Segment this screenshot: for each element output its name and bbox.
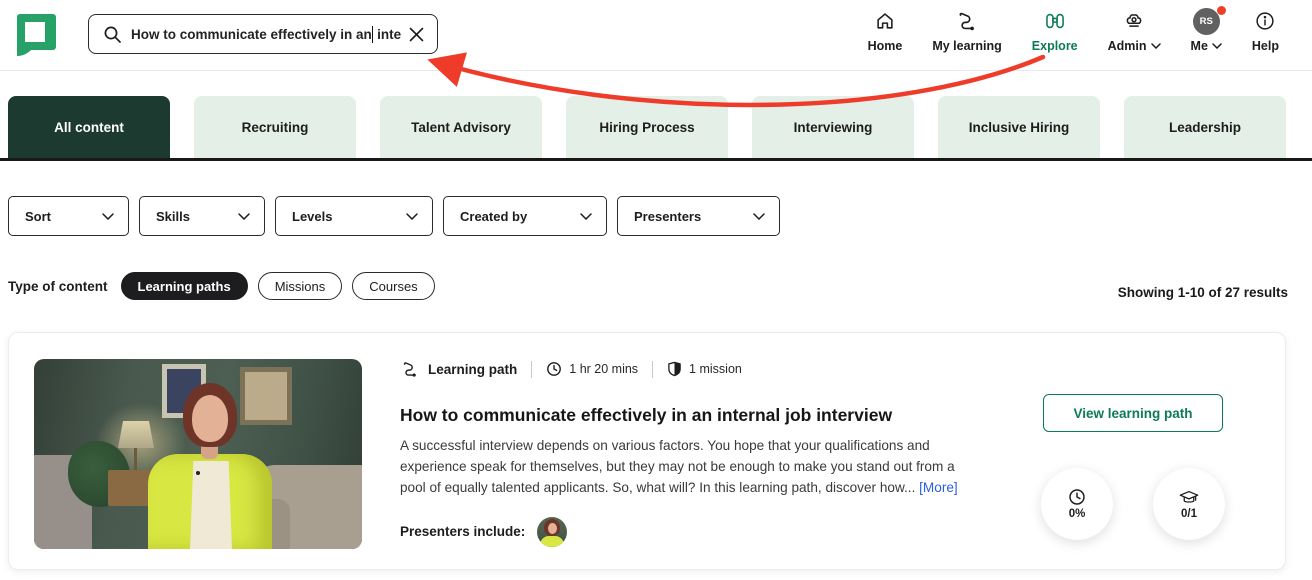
filter-sort-dropdown[interactable]: Sort: [8, 196, 129, 236]
mission-progress-value: 0/1: [1181, 508, 1197, 520]
home-icon: [874, 8, 896, 34]
tab-leadership[interactable]: Leadership: [1124, 96, 1286, 158]
category-tabs: All content Recruiting Talent Advisory H…: [8, 96, 1286, 158]
time-progress-value: 0%: [1069, 508, 1086, 520]
nav-label: Me: [1191, 39, 1208, 53]
nav-label: Explore: [1032, 39, 1078, 53]
filter-label: Created by: [460, 209, 527, 224]
nav-item-admin[interactable]: Admin: [1093, 8, 1176, 53]
clock-icon: [1068, 488, 1086, 506]
content-type-pill-learning-paths[interactable]: Learning paths: [121, 272, 248, 300]
learning-path-icon: [400, 360, 420, 378]
avatar-initials: RS: [1200, 16, 1213, 27]
mission-shield-icon: [667, 361, 682, 377]
nav-item-help[interactable]: Help: [1237, 8, 1294, 53]
graduation-cap-icon: [1178, 489, 1200, 506]
nav-item-me[interactable]: RS Me: [1176, 8, 1237, 53]
tab-all-content[interactable]: All content: [8, 96, 170, 158]
result-card: Learning path 1 hr 20 mins 1 mission: [8, 332, 1286, 570]
time-progress-circle: 0%: [1041, 468, 1113, 540]
filter-created-by-dropdown[interactable]: Created by: [443, 196, 607, 236]
description-text: A successful interview depends on variou…: [400, 438, 955, 495]
presenters-label: Presenters include:: [400, 524, 525, 539]
thumbnail-image[interactable]: [34, 359, 362, 549]
type-of-content-row: Type of content Learning paths Missions …: [8, 271, 1288, 301]
nav-label: Home: [868, 39, 903, 53]
tab-inclusive-hiring[interactable]: Inclusive Hiring: [938, 96, 1100, 158]
search-icon: [103, 25, 122, 44]
header-divider: [0, 70, 1312, 71]
filter-bar: Sort Skills Levels Created by Presenters: [8, 196, 780, 236]
card-meta-row: Learning path 1 hr 20 mins 1 mission: [400, 359, 1000, 379]
tab-hiring-process[interactable]: Hiring Process: [566, 96, 728, 158]
nav-label: My learning: [932, 39, 1001, 53]
separator: [531, 361, 532, 378]
picture-frame: [240, 367, 292, 425]
card-description: A successful interview depends on variou…: [400, 435, 984, 499]
info-circle-icon: [1254, 8, 1276, 34]
nav-label: Admin: [1108, 39, 1147, 53]
filter-presenters-dropdown[interactable]: Presenters: [617, 196, 780, 236]
filter-label: Sort: [25, 209, 51, 224]
nav-item-my-learning[interactable]: My learning: [917, 8, 1016, 53]
filter-label: Levels: [292, 209, 332, 224]
tab-interviewing[interactable]: Interviewing: [752, 96, 914, 158]
notification-dot: [1217, 6, 1226, 15]
search-text-after: inte: [373, 27, 401, 42]
view-learning-path-button[interactable]: View learning path: [1043, 394, 1223, 432]
tab-underline: [0, 158, 1312, 161]
mission-progress-circle: 0/1: [1153, 468, 1225, 540]
chevron-down-icon: [406, 213, 418, 220]
avatar: RS: [1193, 8, 1220, 34]
clock-icon: [546, 361, 562, 377]
presenter-avatar[interactable]: [537, 517, 567, 547]
presenters-row: Presenters include:: [400, 517, 1000, 547]
chevron-down-icon: [238, 213, 250, 220]
search-text: How to communicate effectively in an: [131, 27, 372, 42]
brand-logo-icon[interactable]: [9, 9, 61, 59]
filter-levels-dropdown[interactable]: Levels: [275, 196, 433, 236]
nav-item-explore[interactable]: Explore: [1017, 8, 1093, 53]
filter-skills-dropdown[interactable]: Skills: [139, 196, 265, 236]
results-summary: Showing 1-10 of 27 results: [1118, 273, 1288, 300]
nav-item-home[interactable]: Home: [853, 8, 918, 53]
filter-label: Skills: [156, 209, 190, 224]
chevron-down-icon: [580, 213, 592, 220]
chevron-down-icon: [1151, 43, 1161, 49]
chevron-down-icon: [753, 213, 765, 220]
tab-talent-advisory[interactable]: Talent Advisory: [380, 96, 542, 158]
tab-recruiting[interactable]: Recruiting: [194, 96, 356, 158]
chevron-down-icon: [102, 213, 114, 220]
binoculars-icon: [1043, 8, 1067, 34]
separator: [652, 361, 653, 378]
nav-label: Help: [1252, 39, 1279, 53]
more-link[interactable]: [More]: [919, 480, 958, 495]
content-type-label: Learning path: [428, 362, 517, 377]
mission-count-label: 1 mission: [689, 362, 742, 376]
primary-nav: Home My learning: [853, 8, 1294, 62]
winding-path-icon: [955, 8, 979, 34]
type-of-content-label: Type of content: [8, 279, 108, 294]
x-close-icon: [408, 26, 425, 43]
duration-label: 1 hr 20 mins: [569, 362, 638, 376]
card-title[interactable]: How to communicate effectively in an int…: [400, 405, 1000, 426]
admin-crown-icon: [1122, 8, 1146, 34]
explore-page: How to communicate effectively in an int…: [0, 0, 1312, 580]
clear-search-button[interactable]: [406, 24, 427, 45]
search-input[interactable]: How to communicate effectively in an int…: [88, 14, 438, 54]
content-type-pill-missions[interactable]: Missions: [258, 272, 343, 300]
filter-label: Presenters: [634, 209, 701, 224]
top-bar: How to communicate effectively in an int…: [0, 0, 1312, 70]
content-type-pill-courses[interactable]: Courses: [352, 272, 434, 300]
chevron-down-icon: [1212, 43, 1222, 49]
